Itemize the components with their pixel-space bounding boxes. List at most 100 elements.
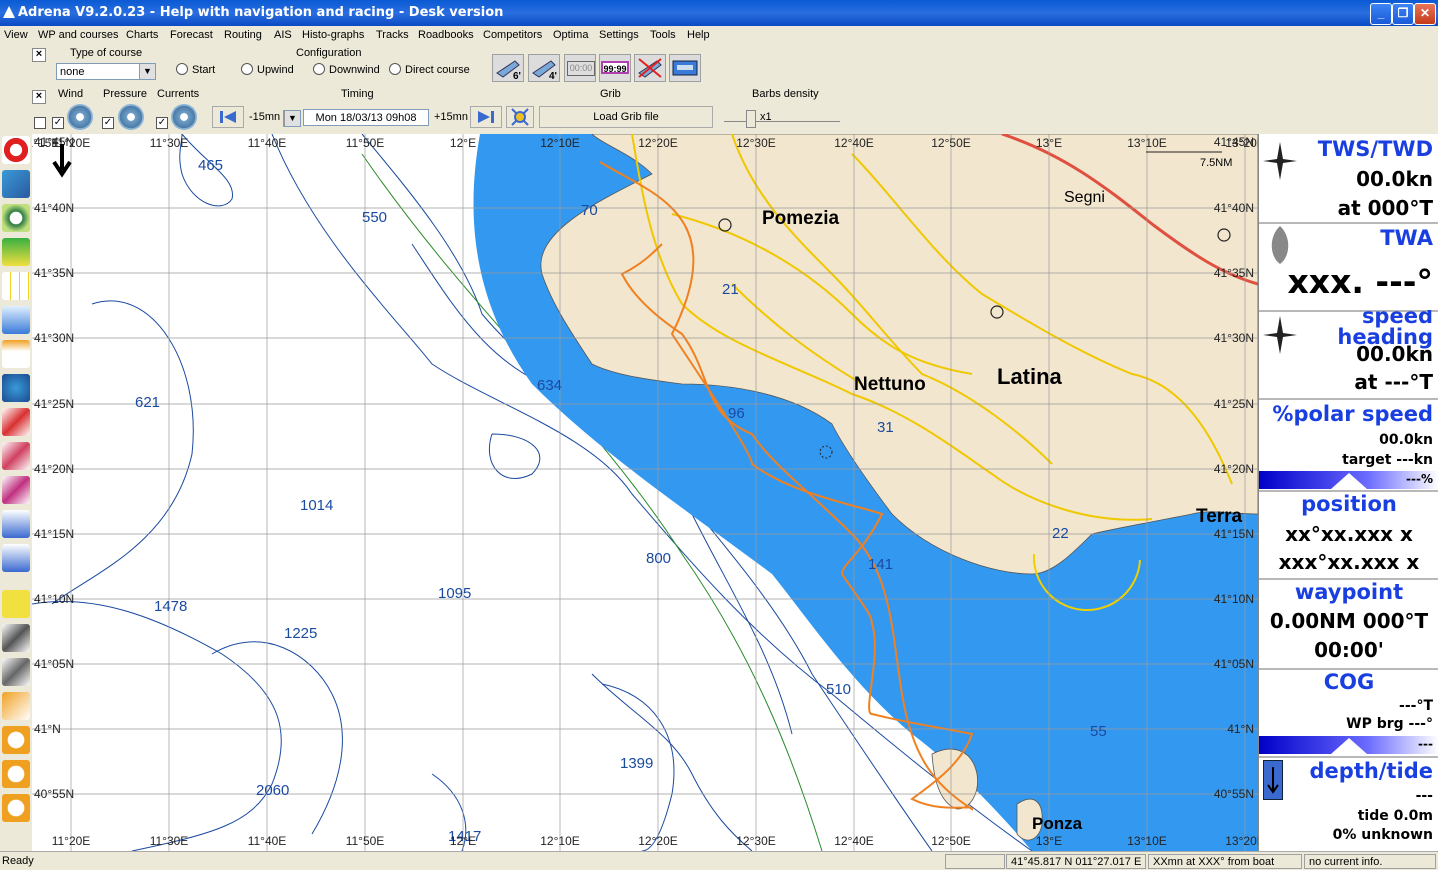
chart-icon[interactable] bbox=[2, 170, 30, 198]
menu-tracks[interactable]: Tracks bbox=[376, 29, 409, 41]
menu-help[interactable]: Help bbox=[687, 29, 710, 41]
start-6min-button[interactable]: 6' bbox=[492, 54, 524, 82]
ruler-icon[interactable] bbox=[2, 624, 30, 652]
menu-wp-and-courses[interactable]: WP and courses bbox=[38, 29, 119, 41]
graph-icon[interactable] bbox=[2, 306, 30, 334]
left-lat-label: 41°30N bbox=[34, 331, 74, 345]
menu-competitors[interactable]: Competitors bbox=[483, 29, 542, 41]
timer-button[interactable]: 00:00 bbox=[564, 54, 596, 82]
measure-icon[interactable] bbox=[2, 658, 30, 686]
right-lat-label: 40°55N bbox=[1214, 787, 1254, 801]
type-of-course-select[interactable]: none ▼ bbox=[56, 63, 156, 80]
radio-direct-course[interactable]: Direct course bbox=[389, 63, 470, 76]
boats-icon[interactable] bbox=[2, 544, 30, 572]
speed-heading-block[interactable]: speed heading 00.0kn at ---°T bbox=[1259, 310, 1438, 400]
currents-checkbox[interactable]: ✓ bbox=[156, 117, 168, 129]
polar-speed-title: %polar speed bbox=[1272, 402, 1433, 426]
zoom-in-icon[interactable] bbox=[2, 794, 30, 822]
menu-charts[interactable]: Charts bbox=[126, 29, 158, 41]
course-icon[interactable] bbox=[2, 476, 30, 504]
waypoint-block[interactable]: waypoint 0.00NM 000°T 00:00' bbox=[1259, 578, 1438, 670]
status-empty-field bbox=[945, 854, 1005, 869]
pressure-checkbox[interactable]: ✓ bbox=[102, 117, 114, 129]
route-icon[interactable] bbox=[2, 408, 30, 436]
pressure-settings-gear-icon[interactable] bbox=[118, 104, 144, 130]
lifebuoy-icon[interactable] bbox=[2, 136, 30, 164]
radio-icon bbox=[241, 63, 253, 75]
depth-634: 634 bbox=[537, 377, 562, 394]
wind-checkbox[interactable]: ✓ bbox=[52, 117, 64, 129]
left-lat-label: 40°55N bbox=[34, 787, 74, 801]
table-icon[interactable] bbox=[2, 272, 30, 300]
move-icon[interactable] bbox=[2, 692, 30, 720]
close-button[interactable]: ✕ bbox=[1414, 3, 1436, 25]
zoom-icon[interactable] bbox=[2, 726, 30, 754]
depth-tide-block[interactable]: depth/tide --- tide 0.0m 0% unknown bbox=[1259, 756, 1438, 851]
step-forward-button[interactable] bbox=[470, 106, 502, 128]
barbs-density-slider[interactable]: x1 bbox=[720, 108, 844, 128]
time-step-select[interactable]: ▼ bbox=[283, 110, 301, 127]
compass-rose-icon bbox=[1263, 316, 1297, 354]
left-lat-label: 41°40N bbox=[34, 201, 74, 215]
menu-settings[interactable]: Settings bbox=[599, 29, 639, 41]
step-back-button[interactable] bbox=[212, 106, 244, 128]
countdown-button[interactable]: 99:99 bbox=[599, 54, 631, 82]
cog-block[interactable]: COG ---°T WP brg ---° --- bbox=[1259, 668, 1438, 758]
minimize-button[interactable]: _ bbox=[1370, 3, 1392, 25]
note-icon[interactable] bbox=[2, 590, 30, 618]
load-grib-button[interactable]: Load Grib file bbox=[539, 106, 713, 128]
twa-block[interactable]: TWA xxx. ---° bbox=[1259, 222, 1438, 312]
menu-tools[interactable]: Tools bbox=[650, 29, 676, 41]
wind-settings-gear-icon[interactable] bbox=[67, 104, 93, 130]
chevron-down-icon: ▼ bbox=[139, 64, 155, 79]
town-latina: Latina bbox=[997, 364, 1063, 389]
menu-histo-graphs[interactable]: Histo-graphs bbox=[302, 29, 364, 41]
plus-15-label[interactable]: +15mn bbox=[434, 111, 468, 123]
globe-icon[interactable] bbox=[2, 374, 30, 402]
polar-percent: ---% bbox=[1406, 472, 1433, 486]
barbs-density-value: x1 bbox=[760, 111, 772, 123]
minus-15-label[interactable]: -15mn bbox=[249, 111, 280, 123]
grid-checkbox[interactable] bbox=[34, 117, 46, 129]
menu-ais[interactable]: AIS bbox=[274, 29, 292, 41]
cancel-start-button[interactable] bbox=[634, 54, 666, 82]
right-lat-label: 41°20N bbox=[1214, 462, 1254, 476]
datetime-field[interactable]: Mon 18/03/13 09h08 bbox=[303, 109, 429, 126]
tape-button[interactable] bbox=[669, 54, 701, 82]
town-pomezia: Pomezia bbox=[762, 208, 840, 229]
currents-settings-gear-icon[interactable] bbox=[171, 104, 197, 130]
menu-routing[interactable]: Routing bbox=[224, 29, 262, 41]
close-weather-toolbar-button[interactable]: × bbox=[32, 90, 46, 104]
fleet-icon[interactable] bbox=[2, 510, 30, 538]
compass-icon[interactable] bbox=[2, 204, 30, 232]
tide-unknown: 0% unknown bbox=[1332, 827, 1433, 843]
cancel-horn-icon bbox=[638, 58, 662, 78]
chevron-down-icon: ▼ bbox=[284, 111, 300, 126]
position-block[interactable]: position xx°xx.xxx x xxx°xx.xxx x bbox=[1259, 490, 1438, 580]
window-icon[interactable] bbox=[2, 340, 30, 368]
menu-optima[interactable]: Optima bbox=[553, 29, 588, 41]
configuration-label: Configuration bbox=[296, 47, 362, 59]
zoom-out-icon[interactable] bbox=[2, 760, 30, 788]
depth-550: 550 bbox=[362, 209, 387, 226]
close-course-toolbar-button[interactable]: × bbox=[32, 48, 46, 62]
menu-view[interactable]: View bbox=[4, 29, 28, 41]
town-nettuno: Nettuno bbox=[854, 374, 926, 395]
center-time-button[interactable] bbox=[506, 106, 534, 128]
polar-speed-block[interactable]: %polar speed 00.0kn target ---kn ---% bbox=[1259, 398, 1438, 492]
cog-bar-value: --- bbox=[1418, 737, 1433, 751]
depth-70: 70 bbox=[581, 202, 598, 219]
menu-roadbooks[interactable]: Roadbooks bbox=[418, 29, 474, 41]
radio-downwind[interactable]: Downwind bbox=[313, 63, 380, 76]
start-4min-button[interactable]: 4' bbox=[528, 54, 560, 82]
menu-forecast[interactable]: Forecast bbox=[170, 29, 213, 41]
radio-start[interactable]: Start bbox=[176, 63, 215, 76]
chart-view[interactable]: 7.5NM Pomezia Segni Nettuno Latina Terra… bbox=[32, 134, 1258, 851]
boat-icon[interactable] bbox=[2, 238, 30, 266]
radio-upwind[interactable]: Upwind bbox=[241, 63, 294, 76]
waypoint-icon[interactable] bbox=[2, 442, 30, 470]
tws-twd-block[interactable]: TWS/TWD 00.0kn at 000°T bbox=[1259, 134, 1438, 224]
nautical-chart[interactable]: 7.5NM Pomezia Segni Nettuno Latina Terra… bbox=[32, 134, 1258, 851]
left-toolbar bbox=[0, 134, 32, 851]
maximize-button[interactable]: ❐ bbox=[1392, 3, 1414, 25]
